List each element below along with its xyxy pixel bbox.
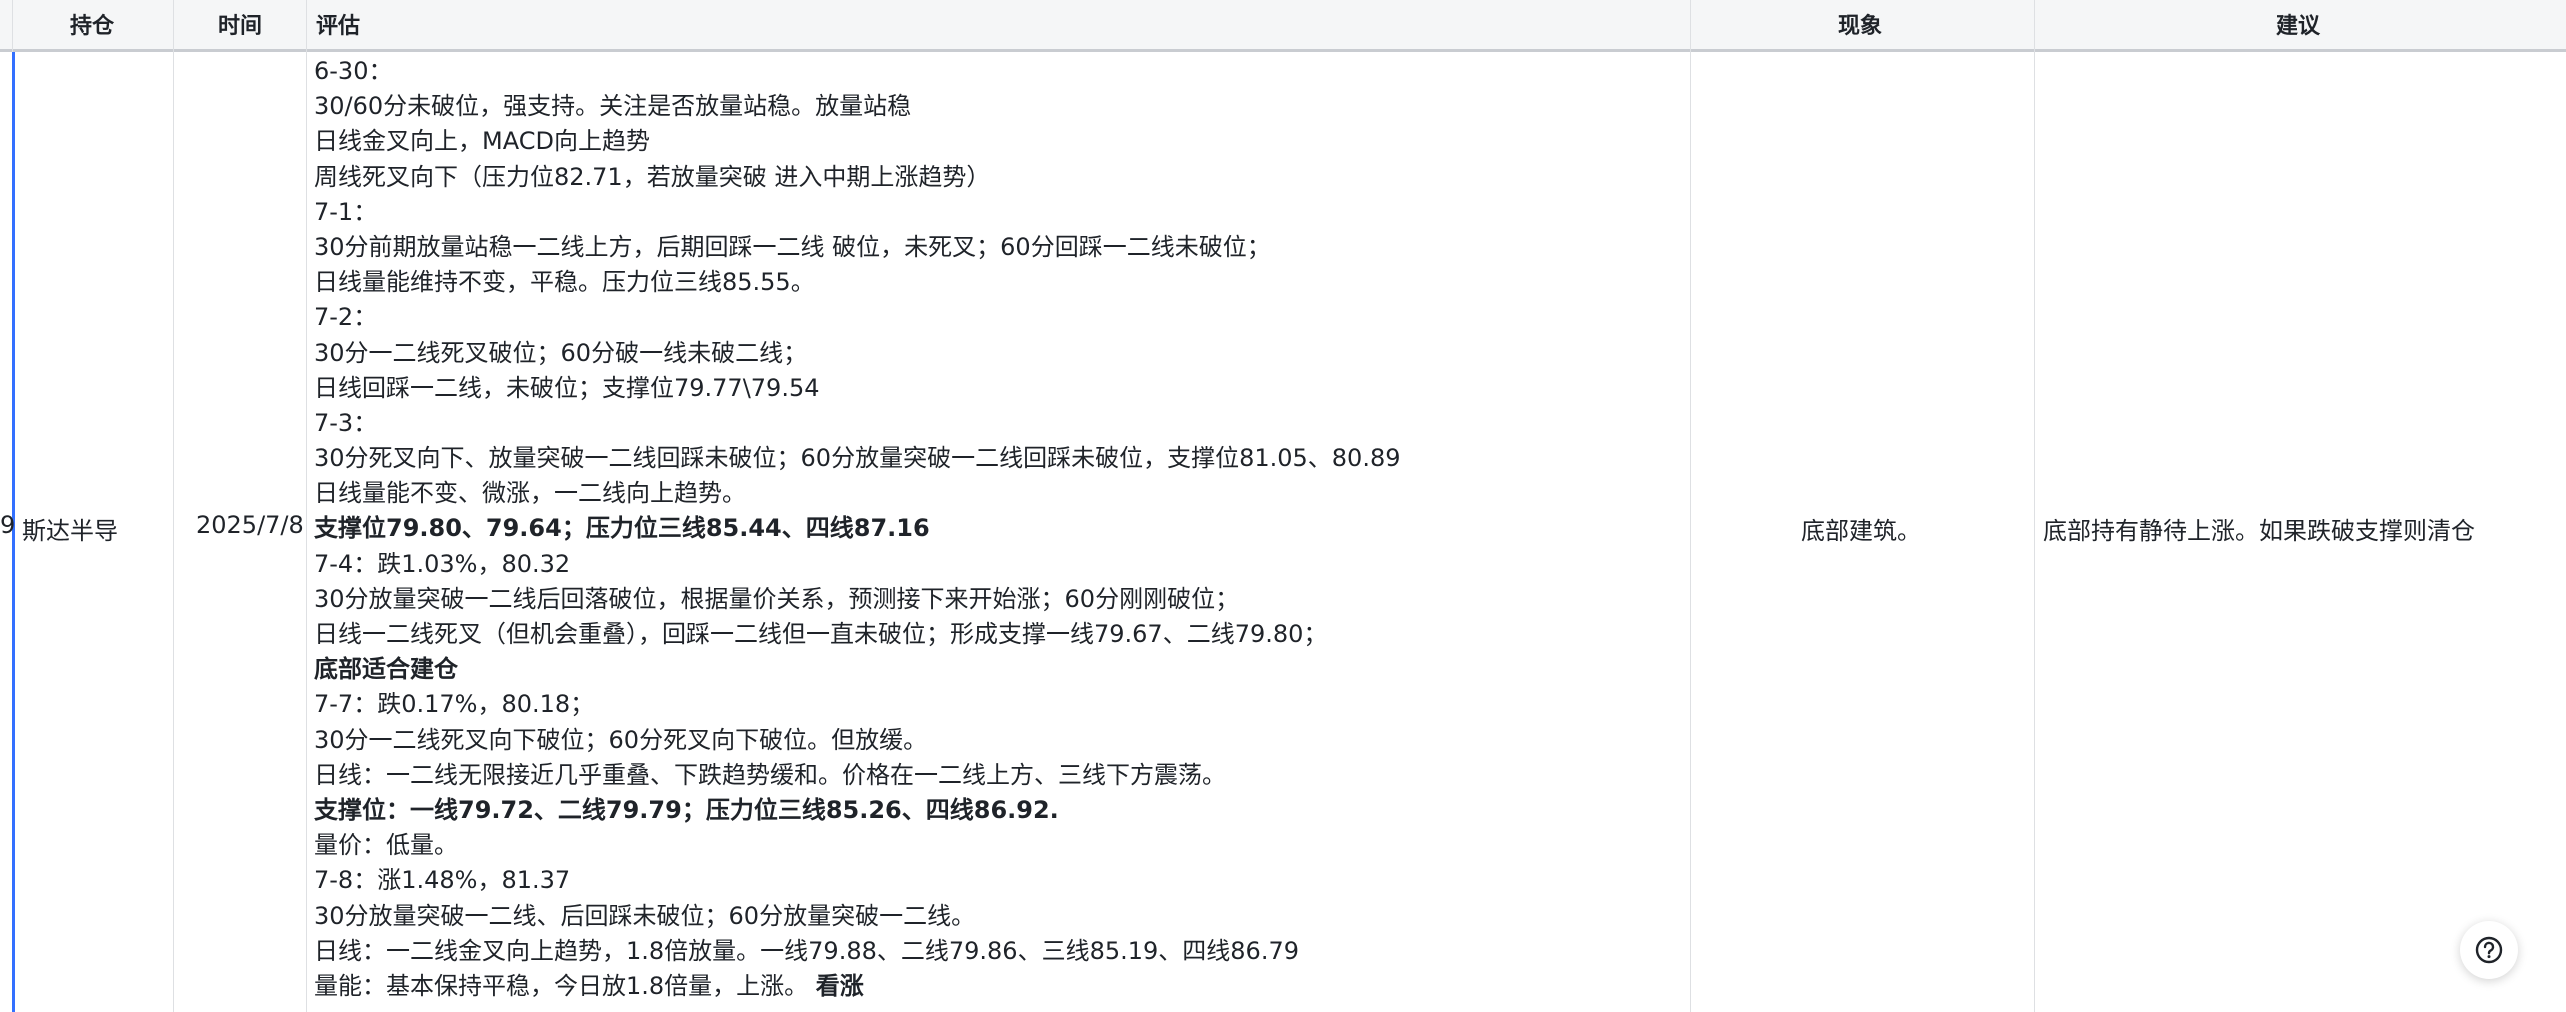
evaluation-line: 30分死叉向下、放量突破一二线回踩未破位；60分放量突破一二线回踩未破位，支撑位… xyxy=(314,444,1401,473)
header-row: 持仓 时间 评估 现象 建议 xyxy=(0,0,2566,52)
evaluation-line: 30分放量突破一二线后回落破位，根据量价关系，预测接下来开始涨；60分刚刚破位； xyxy=(314,584,1240,613)
header-time[interactable]: 时间 xyxy=(218,0,278,52)
help-button[interactable] xyxy=(2460,921,2518,979)
evaluation-conclusion: 看涨 xyxy=(815,971,864,1000)
evaluation-line: 7-8：涨1.48%，81.37 xyxy=(314,866,571,895)
evaluation-line: 支撑位79.80、79.64；压力位三线85.44、四线87.16 xyxy=(314,514,930,543)
header-phenomenon[interactable]: 现象 xyxy=(1838,0,1898,52)
evaluation-line: 30分一二线死叉向下破位；60分死叉向下破位。但放缓。 xyxy=(314,725,928,754)
header-holding[interactable]: 持仓 xyxy=(70,0,130,52)
spreadsheet: 持仓 时间 评估 现象 建议 9 斯达半导 2025/7/8 底部建筑。 底部持… xyxy=(0,0,2566,1012)
question-circle-icon xyxy=(2475,936,2503,964)
evaluation-line: 7-2： xyxy=(314,303,378,332)
evaluation-line: 周线死叉向下（压力位82.71，若放量突破 进入中期上涨趋势） xyxy=(314,162,991,191)
evaluation-line: 7-7：跌0.17%，80.18； xyxy=(314,690,595,719)
column-divider xyxy=(306,0,307,1012)
evaluation-line: 7-3： xyxy=(314,408,378,437)
evaluation-line: 30分放量突破一二线、后回踩未破位；60分放量突破一二线。 xyxy=(314,901,976,930)
evaluation-line: 量价：低量。 xyxy=(314,831,458,860)
evaluation-line: 日线一二线死叉（但机会重叠），回踩一二线但一直未破位；形成支撑一线79.67、二… xyxy=(314,620,1328,648)
evaluation-line: 6-30： xyxy=(314,57,393,85)
header-evaluation[interactable]: 评估 xyxy=(316,0,376,52)
evaluation-line: 日线回踩一二线，未破位；支撑位79.77\79.54 xyxy=(314,373,820,402)
evaluation-line: 7-4：跌1.03%，80.32 xyxy=(314,549,571,578)
evaluation-line: 日线量能不变、微涨，一二线向上趋势。 xyxy=(314,479,746,508)
column-divider xyxy=(1690,0,1691,1012)
cell-evaluation[interactable]: 6-30： 30/60分未破位，强支持。关注是否放量站稳。放量站稳 日线金叉向上，M… xyxy=(314,54,1684,1004)
cell-suggestion[interactable]: 底部持有静待上涨。如果跌破支撑则清仓 xyxy=(2043,511,2475,546)
column-divider xyxy=(2034,0,2035,1012)
cell-phenomenon[interactable]: 底部建筑。 xyxy=(1801,511,1921,546)
row-number: 9 xyxy=(0,511,16,539)
evaluation-last-line: 量能：基本保持平稳，今日放1.8倍量，上涨。 看涨 xyxy=(314,969,1684,1004)
cell-time[interactable]: 2025/7/8 xyxy=(196,511,304,539)
evaluation-last-line-text: 量能：基本保持平稳，今日放1.8倍量，上涨。 xyxy=(314,971,816,1000)
evaluation-line: 支撑位：一线79.72、二线79.79；压力位三线85.26、四线86.92. xyxy=(314,795,1059,824)
column-divider xyxy=(173,0,174,1012)
evaluation-line: 底部适合建仓 xyxy=(314,655,458,684)
evaluation-line: 日线：一二线无限接近几乎重叠、下跌趋势缓和。价格在一二线上方、三线下方震荡。 xyxy=(314,760,1226,789)
evaluation-line: 日线量能维持不变，平稳。压力位三线85.55。 xyxy=(314,268,815,297)
evaluation-line: 30分一二线死叉破位；60分破一线未破二线； xyxy=(314,338,808,367)
evaluation-line: 30/60分未破位，强支持。关注是否放量站稳。放量站稳 xyxy=(314,92,912,121)
cell-holding[interactable]: 斯达半导 xyxy=(22,511,118,546)
evaluation-line: 日线金叉向上，MACD向上趋势 xyxy=(314,127,650,156)
header-suggestion[interactable]: 建议 xyxy=(2276,0,2336,52)
evaluation-line: 30分前期放量站稳一二线上方，后期回踩一二线 破位，未死叉；60分回踩一二线未破… xyxy=(314,232,1271,261)
evaluation-line: 日线：一二线金叉向上趋势，1.8倍放量。一线79.88、二线79.86、三线85… xyxy=(314,936,1299,965)
evaluation-line: 7-1： xyxy=(314,197,378,226)
